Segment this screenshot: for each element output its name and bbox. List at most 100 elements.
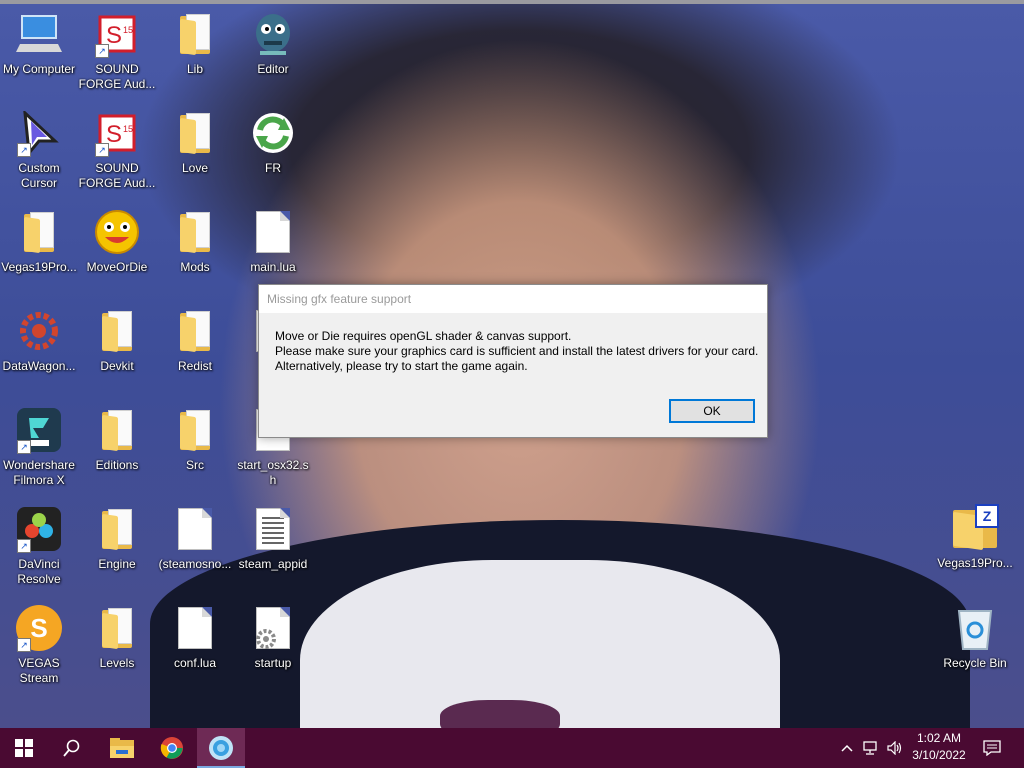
volume-button[interactable] — [884, 728, 906, 768]
notification-icon — [983, 740, 1001, 756]
desktop-icon-editor[interactable]: Editor — [234, 6, 312, 98]
desktop-icon-sound-forge-1[interactable]: S 15 ↗ SOUND FORGE Aud... — [78, 6, 156, 98]
filmora-icon: ↗ — [15, 406, 63, 454]
icon-label: Editor — [257, 62, 289, 76]
desktop-icon-main-lua[interactable]: main.lua — [234, 204, 312, 296]
editor-character-icon — [249, 10, 297, 58]
sync-arrows-icon — [249, 109, 297, 157]
desktop-icon-recycle-bin[interactable]: Recycle Bin — [936, 600, 1014, 692]
dialog-line: Alternatively, please try to start the g… — [275, 359, 528, 373]
search-button[interactable] — [48, 728, 96, 768]
desktop-icon-mods[interactable]: Mods — [156, 204, 234, 296]
desktop-icon-levels[interactable]: Levels — [78, 600, 156, 692]
shortcut-arrow-icon: ↗ — [95, 44, 109, 58]
desktop-icon-devkit[interactable]: Devkit — [78, 303, 156, 395]
icon-label: Engine — [98, 557, 136, 571]
shortcut-arrow-icon: ↗ — [17, 440, 31, 454]
taskbar-chrome[interactable] — [148, 728, 196, 768]
network-button[interactable] — [860, 728, 882, 768]
icon-label: Love — [181, 161, 209, 175]
taskbar-moveordie[interactable] — [197, 728, 245, 768]
desktop: My Computer ↗ Custom Cursor Vegas19Pro..… — [0, 0, 1024, 728]
shortcut-arrow-icon: ↗ — [95, 143, 109, 157]
icon-label: DaVinci Resolve — [17, 557, 61, 586]
desktop-icon-editions[interactable]: Editions — [78, 402, 156, 494]
dialog-line: Please make sure your graphics card is s… — [275, 344, 759, 358]
notifications-button[interactable] — [976, 728, 1008, 768]
svg-text:15: 15 — [123, 124, 133, 134]
chrome-icon — [160, 737, 183, 759]
desktop-icon-davinci[interactable]: ↗ DaVinci Resolve — [0, 501, 78, 593]
desktop-icon-steam-appid[interactable]: steam_appid — [234, 501, 312, 593]
computer-icon — [15, 10, 63, 58]
cursor-icon: ↗ — [15, 109, 63, 157]
dialog-message: Move or Die requires openGL shader & can… — [259, 313, 767, 374]
file-icon — [171, 505, 219, 553]
desktop-icon-vegas19pro[interactable]: Vegas19Pro... — [0, 204, 78, 296]
icon-label: Src — [186, 458, 204, 472]
settings-file-icon — [249, 604, 297, 652]
desktop-icon-love[interactable]: Love — [156, 105, 234, 197]
tray-overflow-button[interactable] — [836, 728, 858, 768]
folder-icon — [171, 10, 219, 58]
desktop-icon-custom-cursor[interactable]: ↗ Custom Cursor — [0, 105, 78, 197]
vegas-stream-icon: S ↗ — [15, 604, 63, 652]
desktop-icon-conf-lua[interactable]: conf.lua — [156, 600, 234, 692]
folder-icon — [93, 406, 141, 454]
icon-label: VEGAS Stream — [18, 656, 60, 685]
sound-forge-icon: S 15 ↗ — [93, 109, 141, 157]
folder-icon — [171, 307, 219, 355]
file-icon — [171, 604, 219, 652]
icon-label: My Computer — [2, 62, 76, 76]
desktop-icon-lib[interactable]: Lib — [156, 6, 234, 98]
moveordie-app-icon — [209, 736, 233, 760]
desktop-icon-filmora[interactable]: ↗ Wondershare Filmora X — [0, 402, 78, 494]
folder-icon — [171, 406, 219, 454]
icon-label: SOUND FORGE Aud... — [78, 62, 156, 91]
desktop-icon-src[interactable]: Src — [156, 402, 234, 494]
icon-label: Mods — [180, 260, 210, 274]
icon-label: Levels — [99, 656, 135, 670]
icon-label: steam_appid — [238, 557, 308, 571]
icon-label: FR — [265, 161, 281, 175]
clock[interactable]: 1:02 AM 3/10/2022 — [906, 730, 972, 766]
svg-text:15: 15 — [123, 25, 133, 35]
zip-folder-icon: Z — [951, 504, 999, 552]
desktop-icon-engine[interactable]: Engine — [78, 501, 156, 593]
icon-label: Lib — [186, 62, 203, 76]
icon-label: (steamosno... — [158, 557, 232, 571]
taskbar-file-explorer[interactable] — [98, 728, 146, 768]
chevron-up-icon — [841, 744, 853, 752]
search-icon — [63, 739, 80, 757]
ok-button[interactable]: OK — [669, 399, 755, 423]
sound-forge-icon: S 15 ↗ — [93, 10, 141, 58]
icon-label: Redist — [177, 359, 212, 373]
start-button[interactable] — [0, 728, 48, 768]
desktop-icon-startup[interactable]: startup — [234, 600, 312, 692]
icon-label: main.lua — [250, 260, 296, 274]
folder-icon — [93, 604, 141, 652]
desktop-icon-steamosno[interactable]: (steamosno... — [156, 501, 234, 593]
folder-icon — [171, 109, 219, 157]
file-explorer-icon — [110, 738, 134, 758]
desktop-icon-vegas19pro-zip[interactable]: Z Vegas19Pro... — [936, 500, 1014, 592]
desktop-icon-redist[interactable]: Redist — [156, 303, 234, 395]
icon-label: MoveOrDie — [86, 260, 148, 274]
error-dialog: Missing gfx feature support Move or Die … — [258, 284, 768, 438]
desktop-icon-sound-forge-2[interactable]: S 15 ↗ SOUND FORGE Aud... — [78, 105, 156, 197]
icon-label: start_osx32.sh — [237, 458, 309, 487]
network-icon — [863, 741, 877, 755]
shortcut-arrow-icon: ↗ — [17, 143, 31, 157]
icon-label: Vegas19Pro... — [937, 556, 1013, 570]
taskbar: 1:02 AM 3/10/2022 — [0, 728, 1024, 768]
speaker-icon — [887, 741, 902, 755]
desktop-icon-datawagon[interactable]: DataWagon... — [0, 303, 78, 395]
desktop-icon-moveordie[interactable]: MoveOrDie — [78, 204, 156, 296]
desktop-icon-vegas-stream[interactable]: S ↗ VEGAS Stream — [0, 600, 78, 692]
desktop-icon-my-computer[interactable]: My Computer — [0, 6, 78, 98]
shortcut-arrow-icon: ↗ — [17, 638, 31, 652]
dialog-title: Missing gfx feature support — [259, 285, 767, 313]
wallpaper-tie — [440, 700, 560, 728]
desktop-icon-fr[interactable]: FR — [234, 105, 312, 197]
icon-label: Custom Cursor — [18, 161, 60, 190]
